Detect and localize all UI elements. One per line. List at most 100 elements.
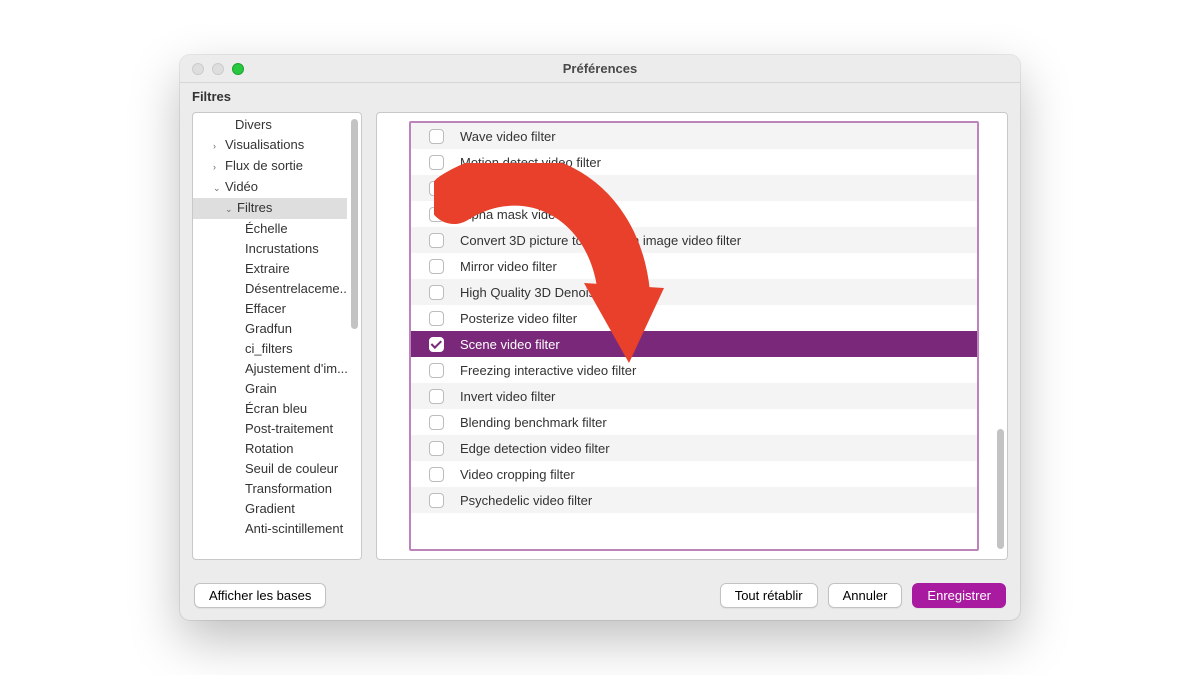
- sidebar-item[interactable]: ›Visualisations: [193, 135, 361, 156]
- sidebar-item-label: Post-traitement: [245, 421, 333, 436]
- sidebar-item[interactable]: Gradfun: [193, 319, 361, 339]
- filter-row[interactable]: Edge detection video filter: [411, 435, 977, 461]
- filter-checkbox[interactable]: [429, 337, 444, 352]
- sidebar-item-label: Incrustations: [245, 241, 319, 256]
- filter-row[interactable]: Sepia video filter: [411, 175, 977, 201]
- chevron-icon: ›: [213, 157, 223, 177]
- sidebar: Divers›Visualisations›Flux de sortie⌄Vid…: [192, 112, 362, 560]
- filter-label: Video cropping filter: [460, 467, 575, 482]
- sidebar-item-label: Seuil de couleur: [245, 461, 338, 476]
- sidebar-item-label: Ajustement d'im...: [245, 361, 348, 376]
- sidebar-item-label: Anti-scintillement: [245, 521, 343, 536]
- filter-checkbox[interactable]: [429, 311, 444, 326]
- chevron-icon: ›: [213, 136, 223, 156]
- filter-row[interactable]: Wave video filter: [411, 123, 977, 149]
- filter-checkbox[interactable]: [429, 129, 444, 144]
- sidebar-item[interactable]: Gradient: [193, 499, 361, 519]
- section-header: Filtres: [180, 83, 1020, 112]
- sidebar-item[interactable]: Post-traitement: [193, 419, 361, 439]
- chevron-icon: ⌄: [213, 178, 223, 198]
- sidebar-item[interactable]: Échelle: [193, 219, 361, 239]
- filter-checkbox[interactable]: [429, 181, 444, 196]
- filter-label: Edge detection video filter: [460, 441, 610, 456]
- filter-checkbox[interactable]: [429, 363, 444, 378]
- sidebar-item[interactable]: Transformation: [193, 479, 361, 499]
- filter-row[interactable]: Motion detect video filter: [411, 149, 977, 175]
- sidebar-item-label: Effacer: [245, 301, 286, 316]
- sidebar-item[interactable]: Désentrelaceme...: [193, 279, 361, 299]
- filter-label: Psychedelic video filter: [460, 493, 592, 508]
- window-title: Préférences: [180, 61, 1020, 76]
- sidebar-item[interactable]: ⌄Vidéo: [193, 177, 361, 198]
- sidebar-scroll-thumb[interactable]: [351, 119, 358, 329]
- filter-label: Wave video filter: [460, 129, 556, 144]
- filter-label: Freezing interactive video filter: [460, 363, 636, 378]
- filter-checkbox[interactable]: [429, 207, 444, 222]
- sidebar-item-label: Filtres: [237, 200, 272, 215]
- maximize-button[interactable]: [232, 63, 244, 75]
- filter-row[interactable]: Video cropping filter: [411, 461, 977, 487]
- sidebar-item[interactable]: Écran bleu: [193, 399, 361, 419]
- sidebar-item[interactable]: Rotation: [193, 439, 361, 459]
- sidebar-item-label: Gradfun: [245, 321, 292, 336]
- sidebar-item[interactable]: ›Flux de sortie: [193, 156, 361, 177]
- main-scrollbar[interactable]: [993, 113, 1007, 559]
- filter-checkbox[interactable]: [429, 467, 444, 482]
- sidebar-item[interactable]: Anti-scintillement: [193, 519, 361, 539]
- sidebar-item-label: Écran bleu: [245, 401, 307, 416]
- filter-row[interactable]: Posterize video filter: [411, 305, 977, 331]
- filter-checkbox[interactable]: [429, 389, 444, 404]
- filter-checkbox[interactable]: [429, 259, 444, 274]
- filter-label: Motion detect video filter: [460, 155, 601, 170]
- chevron-icon: ⌄: [225, 199, 235, 219]
- sidebar-item-label: Flux de sortie: [225, 158, 303, 173]
- filter-label: Scene video filter: [460, 337, 560, 352]
- reset-all-button[interactable]: Tout rétablir: [720, 583, 818, 608]
- filter-checkbox[interactable]: [429, 233, 444, 248]
- sidebar-item[interactable]: Ajustement d'im...: [193, 359, 361, 379]
- filter-row[interactable]: Convert 3D picture to anaglyph image vid…: [411, 227, 977, 253]
- sidebar-item[interactable]: Extraire: [193, 259, 361, 279]
- filter-label: High Quality 3D Denoiser filter: [460, 285, 635, 300]
- sidebar-item-label: Échelle: [245, 221, 288, 236]
- filter-label: Sepia video filter: [460, 181, 556, 196]
- show-basics-button[interactable]: Afficher les bases: [194, 583, 326, 608]
- main-scroll-thumb[interactable]: [997, 429, 1004, 549]
- filter-row[interactable]: Scene video filter: [411, 331, 977, 357]
- sidebar-item[interactable]: Effacer: [193, 299, 361, 319]
- sidebar-scrollbar[interactable]: [347, 113, 361, 559]
- footer: Afficher les bases Tout rétablir Annuler…: [180, 570, 1020, 620]
- filter-checkbox[interactable]: [429, 493, 444, 508]
- minimize-button[interactable]: [212, 63, 224, 75]
- titlebar: Préférences: [180, 55, 1020, 83]
- sidebar-item[interactable]: ci_filters: [193, 339, 361, 359]
- filter-label: Alpha mask video filter: [460, 207, 591, 222]
- filter-checkbox[interactable]: [429, 285, 444, 300]
- filter-row[interactable]: Alpha mask video filter: [411, 201, 977, 227]
- sidebar-item[interactable]: Seuil de couleur: [193, 459, 361, 479]
- save-button[interactable]: Enregistrer: [912, 583, 1006, 608]
- sidebar-item-label: Extraire: [245, 261, 290, 276]
- filter-row[interactable]: Psychedelic video filter: [411, 487, 977, 513]
- sidebar-tree: Divers›Visualisations›Flux de sortie⌄Vid…: [193, 113, 361, 541]
- sidebar-item-label: Rotation: [245, 441, 293, 456]
- filter-row[interactable]: Freezing interactive video filter: [411, 357, 977, 383]
- filter-checkbox[interactable]: [429, 441, 444, 456]
- filter-row[interactable]: Mirror video filter: [411, 253, 977, 279]
- filter-row[interactable]: High Quality 3D Denoiser filter: [411, 279, 977, 305]
- cancel-button[interactable]: Annuler: [828, 583, 903, 608]
- sidebar-item-label: Grain: [245, 381, 277, 396]
- sidebar-item[interactable]: Incrustations: [193, 239, 361, 259]
- filter-checkbox[interactable]: [429, 415, 444, 430]
- sidebar-item-label: Visualisations: [225, 137, 304, 152]
- sidebar-item[interactable]: Divers: [193, 115, 361, 135]
- sidebar-item[interactable]: ⌄Filtres: [193, 198, 361, 219]
- filter-list: Wave video filter Motion detect video fil…: [409, 121, 979, 551]
- filter-label: Posterize video filter: [460, 311, 577, 326]
- sidebar-item[interactable]: Grain: [193, 379, 361, 399]
- filter-row[interactable]: Blending benchmark filter: [411, 409, 977, 435]
- close-button[interactable]: [192, 63, 204, 75]
- preferences-window: Préférences Filtres Divers›Visualisation…: [180, 55, 1020, 620]
- filter-row[interactable]: Invert video filter: [411, 383, 977, 409]
- filter-checkbox[interactable]: [429, 155, 444, 170]
